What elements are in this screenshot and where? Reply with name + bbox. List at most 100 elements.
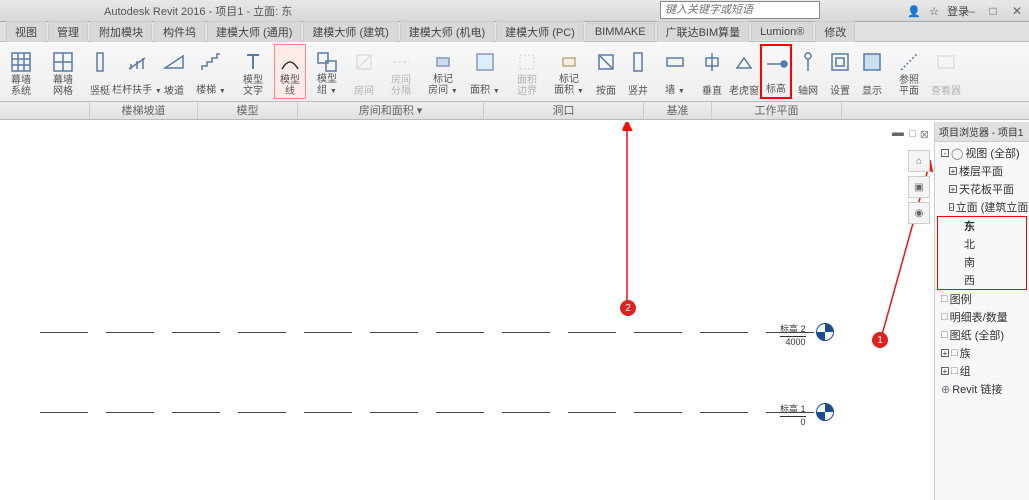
- ribbon-area-button[interactable]: 面积 ▼: [464, 44, 506, 99]
- annotation-arrows: [0, 122, 934, 500]
- maximize-icon[interactable]: □: [981, 0, 1005, 22]
- tree-item[interactable]: +天花板平面: [937, 180, 1027, 198]
- ribbon-set-button[interactable]: 设置: [824, 44, 856, 99]
- level-line[interactable]: [40, 332, 832, 333]
- ribbon-ramp-button[interactable]: 坡道: [158, 44, 190, 99]
- tab-管理[interactable]: 管理: [48, 21, 88, 42]
- tree-item[interactable]: 南: [937, 253, 1027, 271]
- group-label: [0, 102, 90, 119]
- ribbon-vert-button[interactable]: 垂直: [696, 44, 728, 99]
- ribbon-ref-button[interactable]: 参照平面: [888, 44, 930, 99]
- ribbon-grid2-button[interactable]: 幕墙网格: [42, 44, 84, 99]
- tree-item[interactable]: +□族: [937, 344, 1027, 362]
- level-marker-icon[interactable]: [816, 403, 834, 421]
- title-bar: Autodesk Revit 2016 - 项目1 - 立面: 东: [0, 0, 1029, 22]
- shaft-icon: [626, 50, 650, 74]
- tree-item[interactable]: +楼层平面: [937, 162, 1027, 180]
- level-head[interactable]: 标高 24000: [780, 322, 806, 347]
- ribbon-group-button[interactable]: 模型组 ▼: [306, 44, 348, 99]
- tree-item[interactable]: □图纸 (全部): [937, 326, 1027, 344]
- wall2-icon: [663, 50, 687, 74]
- ribbon-line-button[interactable]: 模型线: [274, 44, 306, 99]
- tab-附加模块[interactable]: 附加模块: [90, 21, 152, 42]
- tree-icon: □: [951, 347, 958, 359]
- ribbon-areatag-button[interactable]: 标记面积 ▼: [548, 44, 590, 99]
- mini-close-icon[interactable]: ⊠: [920, 128, 929, 141]
- nav-cube-icon[interactable]: ▣: [908, 176, 930, 198]
- ribbon-shaft-button[interactable]: 竖井: [622, 44, 654, 99]
- close-icon[interactable]: ✕: [1005, 0, 1029, 22]
- share-icon[interactable]: ☆: [929, 5, 939, 18]
- info-icon[interactable]: 👤: [907, 5, 921, 18]
- line-icon: [278, 51, 302, 75]
- byface-icon: [594, 50, 618, 74]
- nav-wheel-icon[interactable]: ◉: [908, 202, 930, 224]
- group-label: 基准: [644, 102, 712, 119]
- ribbon-grid-button[interactable]: 幕墙系统: [0, 44, 42, 99]
- roomtag-icon: [431, 50, 455, 74]
- expand-icon[interactable]: +: [949, 185, 957, 193]
- tab-建模大师 (PC)[interactable]: 建模大师 (PC): [496, 21, 584, 42]
- tree-item[interactable]: □明细表/数量: [937, 308, 1027, 326]
- text-icon: [241, 50, 265, 74]
- browser-title: 项目浏览器 - 项目1: [935, 122, 1029, 142]
- nav-home-icon[interactable]: ⌂: [908, 150, 930, 172]
- dormer-icon: [732, 50, 756, 74]
- browser-tree[interactable]: -◯视图 (全部)+楼层平面+天花板平面-立面 (建筑立面东北南西□图例□明细表…: [935, 142, 1029, 400]
- tree-item[interactable]: 东: [937, 216, 1027, 235]
- ribbon-stair-button[interactable]: 楼梯 ▼: [190, 44, 232, 99]
- tab-建模大师 (机电)[interactable]: 建模大师 (机电): [400, 21, 494, 42]
- ref-icon: [897, 50, 921, 74]
- search-input[interactable]: [661, 4, 819, 16]
- ribbon-gridline-button[interactable]: 轴网: [792, 44, 824, 99]
- viewer-icon: [934, 50, 958, 74]
- ribbon-wall2-button[interactable]: 墙 ▼: [654, 44, 696, 99]
- tree-item[interactable]: □图例: [937, 290, 1027, 308]
- ribbon-show-button[interactable]: 显示: [856, 44, 888, 99]
- level-line[interactable]: [40, 412, 832, 413]
- level-marker-icon[interactable]: [816, 323, 834, 341]
- group-icon: [315, 50, 339, 74]
- ribbon-text-button[interactable]: 模型文字: [232, 44, 274, 99]
- ribbon-level-button[interactable]: 标高: [760, 44, 792, 99]
- roomsep-icon: [389, 50, 413, 74]
- level-head[interactable]: 标高 10: [780, 402, 806, 427]
- mini-min-icon[interactable]: ➖: [891, 128, 905, 141]
- tab-视图[interactable]: 视图: [6, 21, 46, 42]
- tree-icon: □: [941, 293, 948, 305]
- grid-icon: [9, 50, 33, 74]
- tree-item[interactable]: +□组: [937, 362, 1027, 380]
- tab-广联达BIM算量[interactable]: 广联达BIM算量: [657, 21, 750, 42]
- search-box[interactable]: [660, 1, 820, 19]
- tree-item[interactable]: -立面 (建筑立面: [937, 198, 1027, 216]
- tree-icon: □: [951, 365, 958, 377]
- gridline-icon: [796, 50, 820, 74]
- view-toolbar: ⌂ ▣ ◉: [908, 150, 932, 224]
- ribbon-byface-button[interactable]: 按面: [590, 44, 622, 99]
- tree-item[interactable]: 北: [937, 235, 1027, 253]
- ribbon-rail-button[interactable]: 栏杆扶手 ▼: [116, 44, 158, 99]
- tree-item[interactable]: -◯视图 (全部): [937, 144, 1027, 162]
- mini-restore-icon[interactable]: □: [909, 128, 916, 141]
- expand-icon[interactable]: -: [949, 203, 954, 211]
- ribbon-roomtag-button[interactable]: 标记房间 ▼: [422, 44, 464, 99]
- tab-修改[interactable]: 修改: [815, 21, 855, 42]
- tab-BIMMAKE[interactable]: BIMMAKE: [586, 23, 655, 40]
- tab-Lumion®[interactable]: Lumion®: [751, 23, 813, 40]
- expand-icon[interactable]: +: [949, 167, 957, 175]
- tab-建模大师 (建筑)[interactable]: 建模大师 (建筑): [303, 21, 397, 42]
- tab-构件坞[interactable]: 构件坞: [154, 21, 205, 42]
- tree-icon: □: [941, 329, 948, 341]
- areabound-icon: [515, 50, 539, 74]
- minimize-icon[interactable]: —: [957, 0, 981, 22]
- mullion-icon: [88, 50, 112, 74]
- tree-item[interactable]: ⊕Revit 链接: [937, 380, 1027, 398]
- expand-icon[interactable]: -: [941, 149, 949, 157]
- project-browser[interactable]: 项目浏览器 - 项目1 -◯视图 (全部)+楼层平面+天花板平面-立面 (建筑立…: [934, 122, 1029, 500]
- expand-icon[interactable]: +: [941, 367, 949, 375]
- expand-icon[interactable]: +: [941, 349, 949, 357]
- ribbon-dormer-button[interactable]: 老虎窗: [728, 44, 760, 99]
- tab-建模大师 (通用)[interactable]: 建模大师 (通用): [207, 21, 301, 42]
- drawing-canvas[interactable]: 标高 24000标高 10 2 1: [0, 122, 934, 500]
- tree-item[interactable]: 西: [937, 271, 1027, 290]
